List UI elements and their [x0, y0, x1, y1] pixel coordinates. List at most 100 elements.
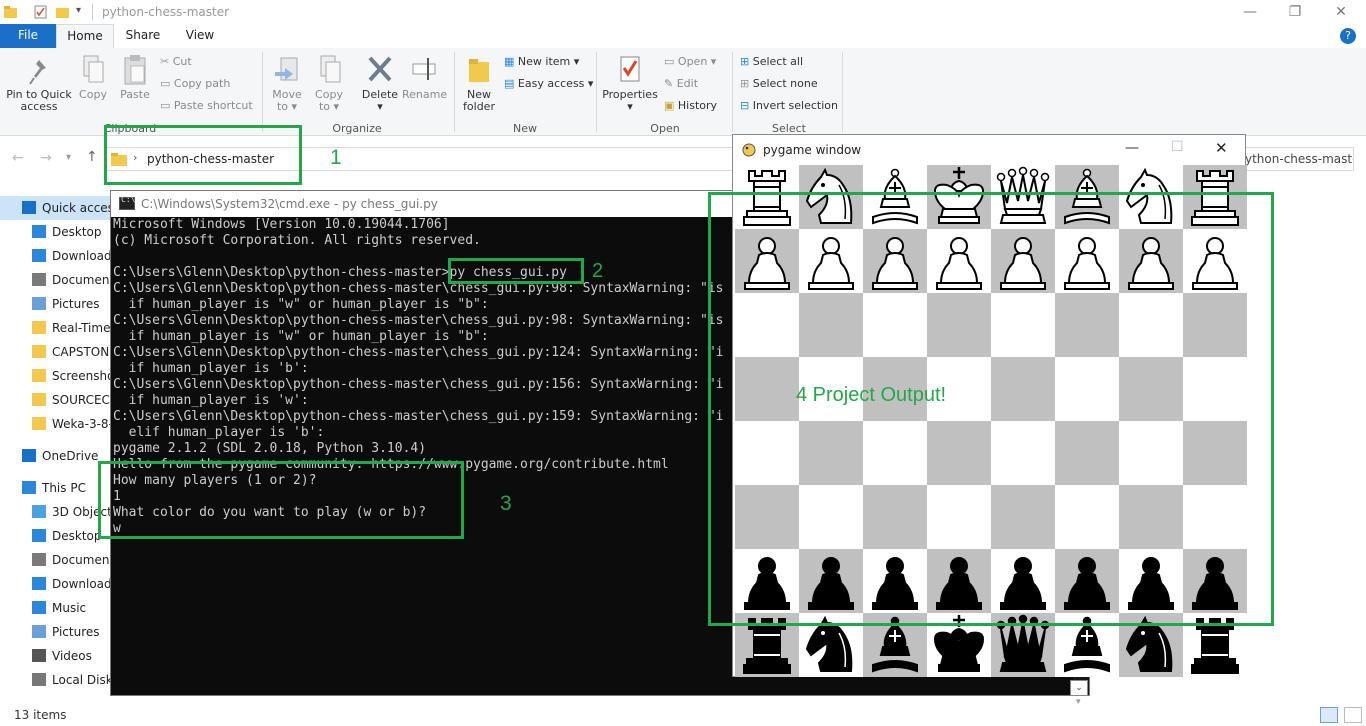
- new-folder-quick-icon[interactable]: [56, 4, 69, 18]
- sidebar-item[interactable]: Pictures: [0, 292, 112, 316]
- paste-button[interactable]: Paste: [114, 54, 156, 101]
- maximize-icon[interactable]: ❐: [1280, 2, 1310, 22]
- easy-access-button[interactable]: ▤ Easy access ▾: [504, 77, 593, 90]
- minimize-icon[interactable]: —: [1125, 140, 1139, 156]
- delete-button[interactable]: Delete ▾: [358, 54, 402, 113]
- ribbon-tabs: File Home Share View ?: [0, 24, 1366, 48]
- copy-icon: [83, 55, 104, 83]
- sidebar-item[interactable]: Music: [0, 596, 112, 620]
- cut-button[interactable]: ✂ Cut: [160, 55, 192, 68]
- open-button[interactable]: ▭ Open ▾: [664, 55, 716, 68]
- open-group-label: Open: [650, 122, 680, 135]
- sidebar-item[interactable]: Quick access: [0, 196, 112, 220]
- select-all-button[interactable]: ⊞ Select all: [740, 55, 803, 68]
- tab-share[interactable]: Share: [118, 24, 168, 48]
- delete-icon: [368, 56, 392, 82]
- sidebar-item[interactable]: Documents: [0, 548, 112, 572]
- sidebar-item[interactable]: Documents: [0, 268, 112, 292]
- sidebar-item[interactable]: 3D Objects: [0, 500, 112, 524]
- folder-icon: [4, 4, 17, 18]
- tab-home[interactable]: Home: [56, 24, 114, 48]
- cube-icon: [32, 505, 46, 518]
- history-button[interactable]: ▣ History: [664, 99, 717, 112]
- easy-access-icon: ▤: [504, 77, 515, 90]
- details-view-icon[interactable]: [1320, 707, 1338, 723]
- select-none-icon: ⊞: [740, 77, 750, 90]
- sidebar-item[interactable]: SOURCECO: [0, 388, 112, 412]
- sidebar-item[interactable]: CAPSTONE: [0, 340, 112, 364]
- forward-arrow-icon[interactable]: →: [40, 150, 52, 166]
- tab-view[interactable]: View: [176, 24, 224, 48]
- sidebar-item[interactable]: Downloads: [0, 572, 112, 596]
- maximize-icon[interactable]: ☐: [1171, 139, 1184, 155]
- sidebar-item[interactable]: This PC: [0, 476, 112, 500]
- annotation-label-1: 1: [330, 146, 342, 169]
- sidebar-item-label: Desktop: [52, 529, 102, 543]
- cloud-icon: [22, 449, 36, 462]
- copy-button[interactable]: Copy: [74, 54, 112, 101]
- folder-icon: [32, 321, 46, 334]
- desktop-icon: [32, 529, 46, 542]
- disk-icon: [32, 673, 46, 686]
- new-folder-icon: [469, 59, 489, 82]
- sidebar-item[interactable]: Real-Time: [0, 316, 112, 340]
- back-arrow-icon[interactable]: ←: [12, 150, 24, 166]
- properties-icon: [620, 56, 640, 82]
- history-icon: ▣: [664, 99, 675, 112]
- minimize-icon[interactable]: —: [1235, 2, 1265, 22]
- sidebar-item-label: Weka-3-8-: [52, 417, 112, 431]
- scroll-down-arrow-icon[interactable]: ⌄: [1070, 680, 1088, 696]
- search-input[interactable]: ython-chess-master: [1240, 147, 1354, 171]
- copy-label: Copy: [79, 88, 107, 101]
- annotation-box-2: [448, 258, 584, 284]
- sidebar-item-label: Quick access: [42, 201, 112, 215]
- copy-path-button[interactable]: ▭ Copy path: [160, 77, 230, 90]
- select-none-button[interactable]: ⊞ Select none: [740, 77, 818, 90]
- sidebar-item[interactable]: Weka-3-8-: [0, 412, 112, 436]
- sidebar-item[interactable]: Videos: [0, 644, 112, 668]
- annotation-box-1: [104, 125, 302, 185]
- properties-quick-icon[interactable]: [34, 4, 47, 19]
- scroll-down-icon[interactable]: ▾: [1076, 697, 1081, 707]
- recent-locations-icon[interactable]: ▾: [66, 152, 71, 163]
- navigation-pane: Quick access Desktop Downloads Documents Pic…: [0, 196, 112, 696]
- cut-label: Cut: [172, 55, 192, 68]
- pictures-icon: [32, 625, 46, 638]
- sidebar-item[interactable]: OneDrive: [0, 444, 112, 468]
- copy-to-button[interactable]: Copy to ▾: [310, 54, 348, 113]
- edit-button[interactable]: ✎ Edit: [664, 77, 698, 90]
- sidebar-item[interactable]: Screenshot: [0, 364, 112, 388]
- sidebar-item-label: SOURCECO: [52, 393, 112, 407]
- organize-group-label: Organize: [332, 122, 382, 135]
- close-icon[interactable]: ✕: [1326, 2, 1356, 22]
- pygame-snake-icon: [742, 143, 756, 157]
- invert-selection-button[interactable]: ⊟ Invert selection: [740, 99, 838, 112]
- sidebar-item[interactable]: Pictures: [0, 620, 112, 644]
- move-to-button[interactable]: Move to ▾: [268, 54, 306, 113]
- music-icon: [32, 601, 46, 614]
- rename-button[interactable]: Rename: [402, 54, 447, 101]
- sidebar-item[interactable]: Local Disk: [0, 668, 112, 692]
- properties-button[interactable]: Properties ▾: [602, 54, 658, 113]
- new-item-button[interactable]: ▦ New item ▾: [504, 55, 579, 68]
- new-folder-button[interactable]: New folder: [460, 54, 498, 113]
- pin-label-2: access: [20, 100, 58, 113]
- sidebar-item-label: Downloads: [52, 249, 112, 263]
- sidebar-item[interactable]: Downloads: [0, 244, 112, 268]
- sidebar-item-label: Pictures: [52, 625, 100, 639]
- invert-selection-label: Invert selection: [752, 99, 838, 112]
- customize-quick-access-icon[interactable]: ▾: [76, 5, 81, 16]
- select-all-icon: ⊞: [740, 55, 750, 68]
- close-icon[interactable]: ✕: [1215, 139, 1228, 157]
- up-arrow-icon[interactable]: ↑: [86, 149, 98, 165]
- sidebar-item[interactable]: Desktop: [0, 220, 112, 244]
- sidebar-item[interactable]: Desktop: [0, 524, 112, 548]
- large-icons-view-icon[interactable]: [1344, 707, 1362, 723]
- pin-to-quick-access-button[interactable]: Pin to Quick access: [4, 58, 74, 113]
- tab-file[interactable]: File: [0, 24, 56, 48]
- download-icon: [32, 577, 46, 590]
- paste-shortcut-icon: ▭: [160, 99, 171, 112]
- paste-shortcut-button[interactable]: ▭ Paste shortcut: [160, 99, 253, 112]
- pygame-title-bar[interactable]: pygame window — ☐ ✕: [733, 135, 1245, 165]
- help-icon[interactable]: ?: [1340, 28, 1356, 44]
